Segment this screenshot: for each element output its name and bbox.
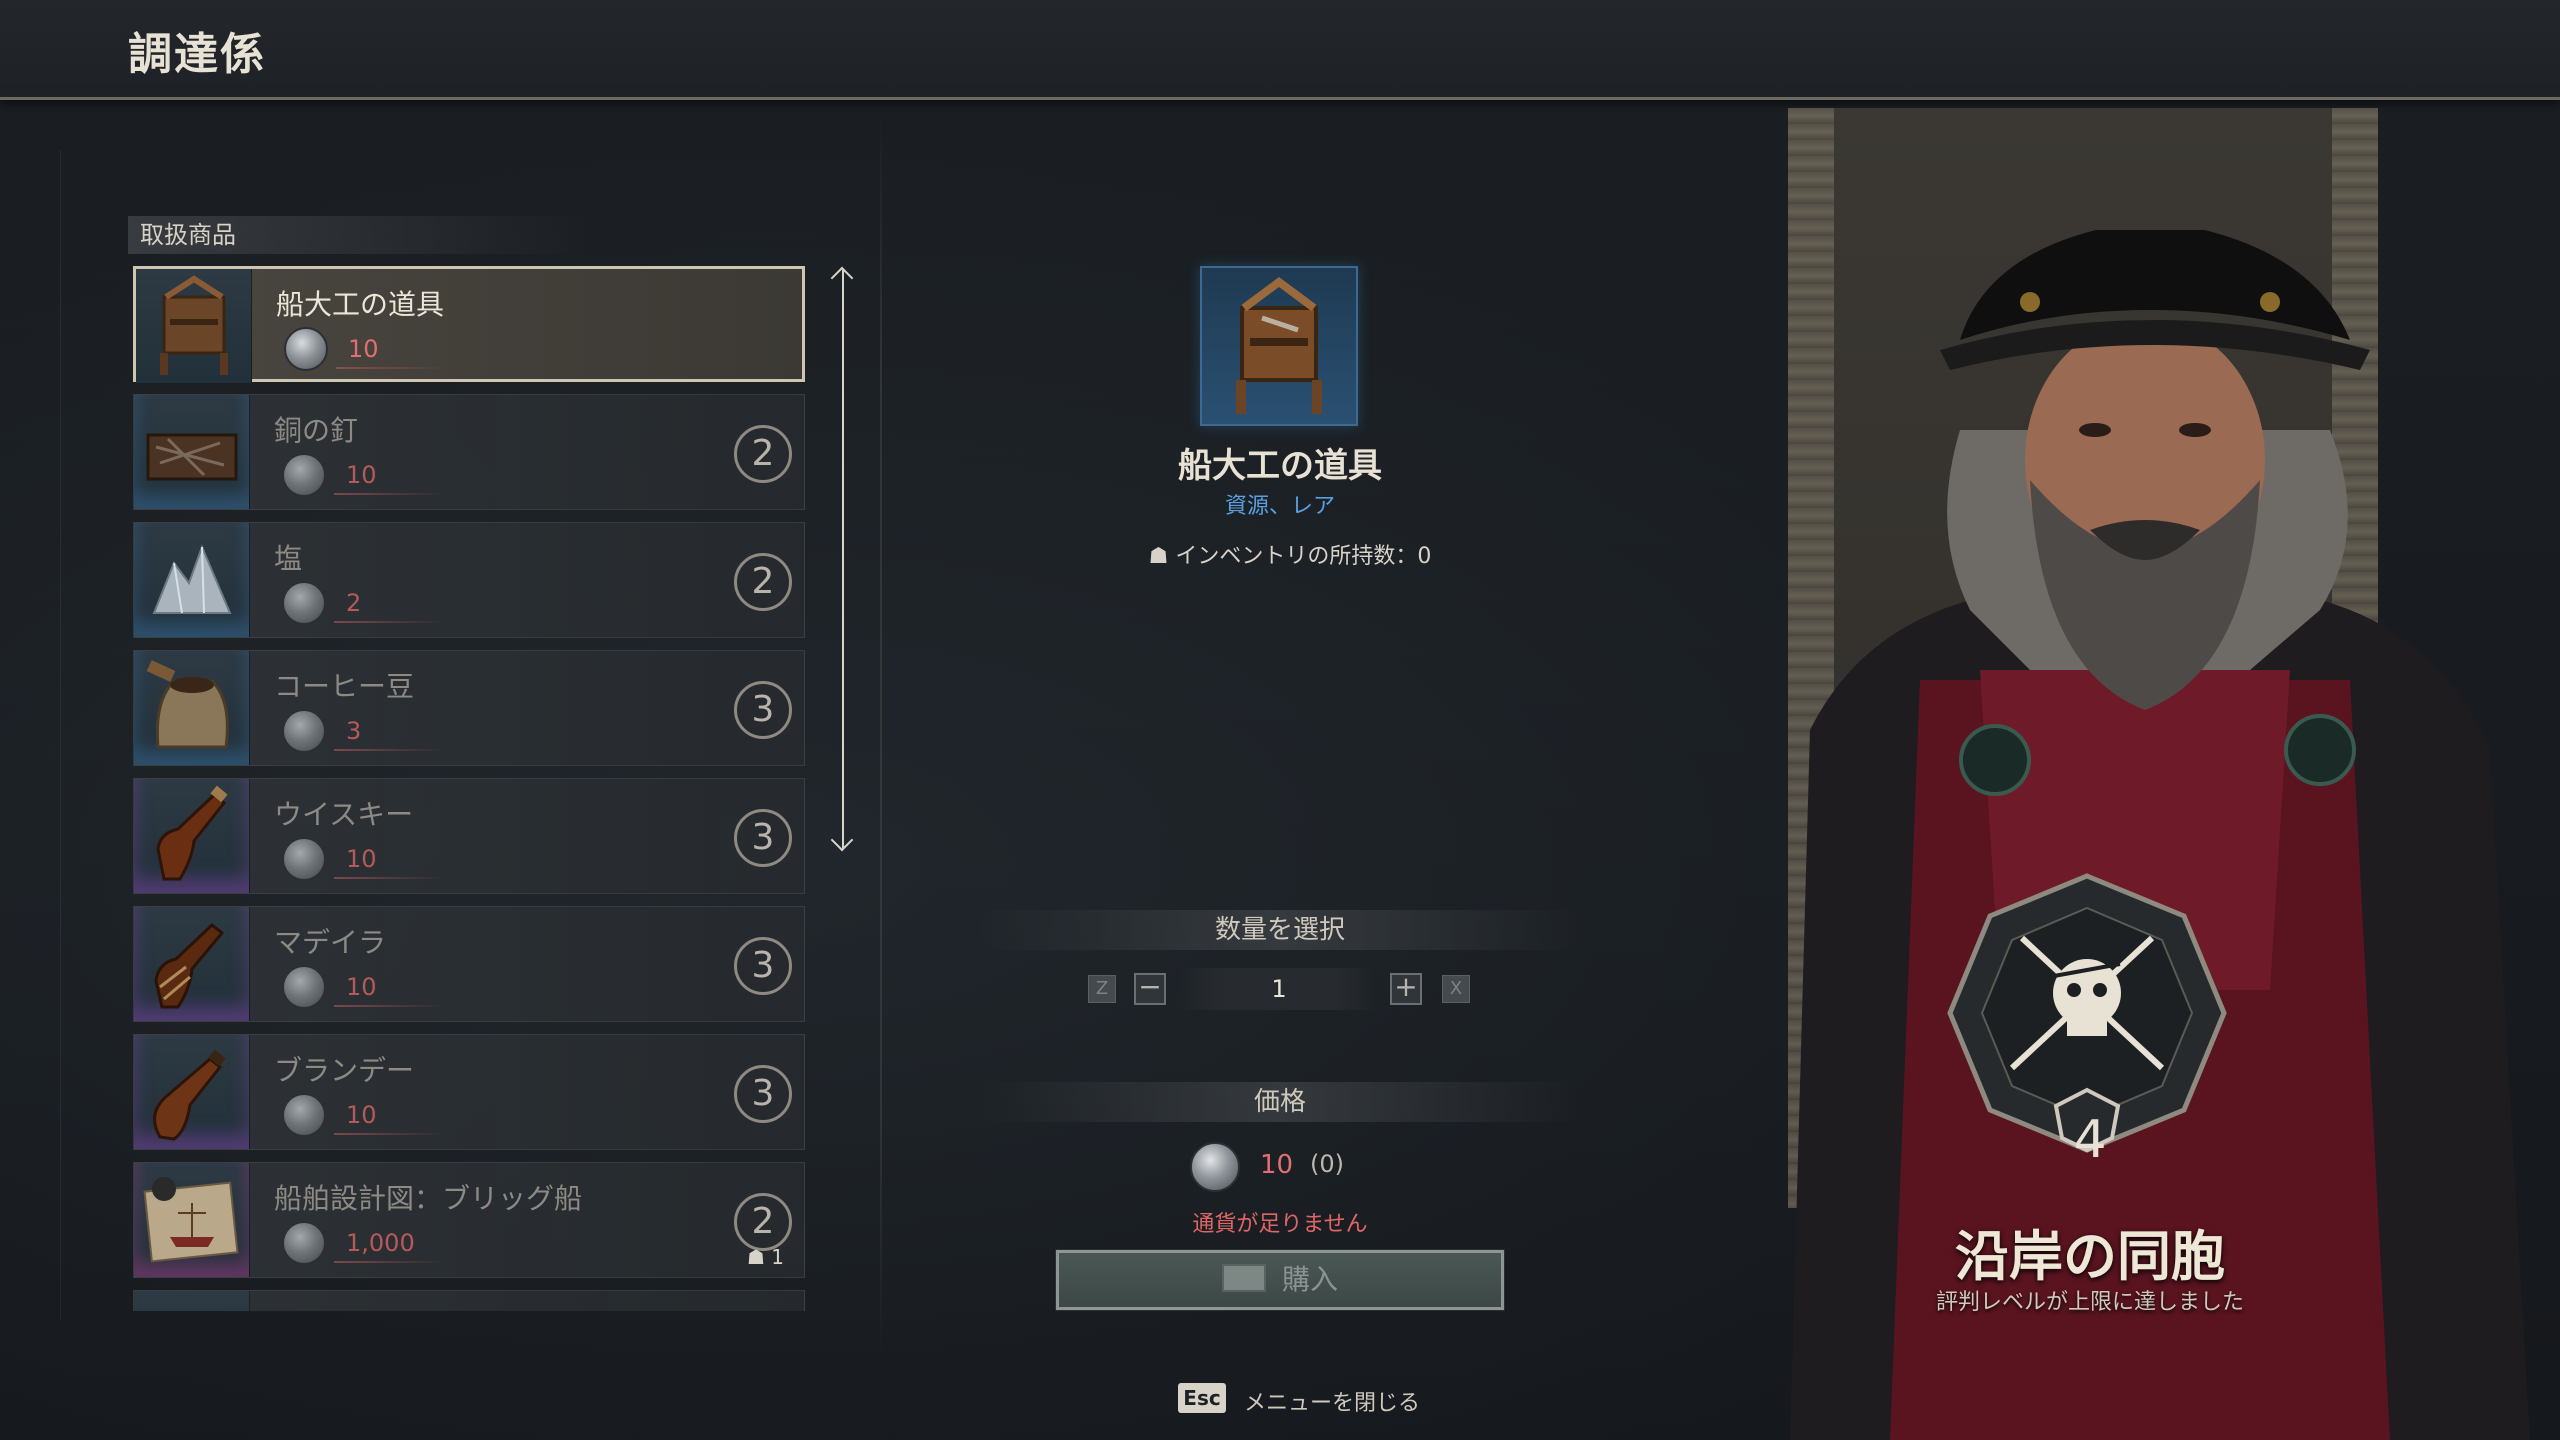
- quantity-header: 数量を選択: [980, 910, 1580, 950]
- item-price: 10: [346, 1101, 377, 1129]
- selected-item-type: 資源、レア: [1224, 494, 1335, 519]
- item-price: 10: [346, 461, 377, 489]
- coin-icon: [1190, 1142, 1240, 1192]
- coin-icon: [282, 453, 326, 497]
- increase-hotkey: X: [1442, 975, 1470, 1003]
- item-name: 船舶設計図：ブリッグ船: [274, 1182, 583, 1215]
- price-underline: [336, 367, 446, 369]
- nails-crate-icon: [134, 395, 250, 509]
- list-item[interactable]: 銅の釘 10 2: [133, 394, 805, 510]
- price-underline: [334, 749, 444, 751]
- item-price: 10: [346, 845, 377, 873]
- list-item[interactable]: ウイスキー 10 3: [133, 778, 805, 894]
- buy-button[interactable]: 購入: [1055, 1249, 1505, 1311]
- coin-icon: [282, 1093, 326, 1137]
- decrease-hotkey: Z: [1088, 975, 1116, 1003]
- increase-quantity-button[interactable]: +: [1390, 973, 1422, 1005]
- merchandise-section-label: 取扱商品: [128, 216, 588, 254]
- price-underline: [334, 1005, 444, 1007]
- inventory-count: ☗ インベントリの所持数：0: [1140, 538, 1440, 570]
- required-level-badge: 2: [734, 553, 792, 611]
- list-item[interactable]: コーヒー豆 3 3: [133, 650, 805, 766]
- price-underline: [334, 493, 444, 495]
- item-price: 3: [346, 717, 362, 745]
- brandy-bottle-icon: [134, 1035, 250, 1149]
- window-header: 調達係: [0, 0, 2560, 100]
- coin-icon: [282, 1221, 326, 1265]
- reputation-status: 評判レベルが上限に達しました: [1935, 1290, 2244, 1315]
- page-title: 調達係: [128, 29, 266, 80]
- owned-count: ☗ 1: [747, 1245, 784, 1269]
- salt-crystal-icon: [134, 523, 250, 637]
- list-item[interactable]: 塩 2 2: [133, 522, 805, 638]
- item-name: マデイラ: [274, 926, 387, 959]
- buy-button-label: 購入: [1281, 1263, 1338, 1296]
- total-price: 10: [1260, 1150, 1294, 1180]
- panel-divider: [880, 110, 882, 1360]
- list-item[interactable]: 船舶設計図：ブリッグ船 1,000 2 ☗ 1: [133, 1162, 805, 1278]
- blueprint-icon: [134, 1163, 250, 1277]
- item-thumbnail: [134, 1291, 250, 1311]
- reputation-level: 4: [2073, 1110, 2107, 1170]
- inventory-bag-icon: ☗: [746, 1245, 772, 1269]
- required-level-badge: 3: [734, 1065, 792, 1123]
- list-item[interactable]: ブランデー 10 3: [133, 1034, 805, 1150]
- whiskey-bottle-icon: [134, 779, 250, 893]
- insufficient-currency-warning: 通貨が足りません: [1192, 1212, 1368, 1237]
- scroll-arrow-icon: [842, 270, 844, 848]
- required-level-badge: 2: [734, 1193, 792, 1251]
- item-price: 1,000: [346, 1229, 415, 1257]
- decrease-quantity-button[interactable]: −: [1134, 973, 1166, 1005]
- item-price: 10: [348, 335, 379, 363]
- required-level-badge: 3: [734, 809, 792, 867]
- coin-icon: [282, 837, 326, 881]
- price-underline: [334, 1133, 444, 1135]
- item-name: 船大工の道具: [276, 288, 445, 321]
- required-level-badge: 3: [734, 681, 792, 739]
- price-underline: [334, 877, 444, 879]
- coin-icon: [282, 581, 326, 625]
- list-item[interactable]: 船大工の道具 10: [133, 266, 805, 383]
- list-item[interactable]: マデイラ 10 3: [133, 906, 805, 1022]
- item-price: 2: [346, 589, 362, 617]
- toolbox-icon: [136, 269, 252, 383]
- item-name: ウイスキー: [274, 798, 414, 831]
- coin-icon: [282, 709, 326, 753]
- price-underline: [334, 621, 444, 623]
- item-name: ブランデー: [274, 1054, 415, 1087]
- owned-count-value: 1: [771, 1245, 784, 1269]
- required-level-badge: 3: [734, 937, 792, 995]
- item-name: 銅の釘: [274, 414, 359, 447]
- selected-item-name: 船大工の道具: [1178, 446, 1382, 486]
- selected-item-toolbox-icon: [1200, 266, 1358, 426]
- required-level-badge: 2: [734, 425, 792, 483]
- list-item[interactable]: [133, 1290, 805, 1311]
- price-underline: [334, 1261, 444, 1263]
- coin-icon: [282, 965, 326, 1009]
- coffee-sack-icon: [134, 651, 250, 765]
- quantity-field[interactable]: 1: [1180, 968, 1378, 1010]
- price-header: 価格: [980, 1082, 1580, 1122]
- item-list[interactable]: 船大工の道具 10 銅の釘 10 2 塩 2 2 コーヒー豆 3 3 ウイスキー…: [133, 266, 805, 1311]
- inventory-bag-icon: ☗: [1148, 544, 1176, 569]
- madeira-bottle-icon: [134, 907, 250, 1021]
- faction-name: 沿岸の同胞: [1955, 1225, 2225, 1288]
- item-name: コーヒー豆: [274, 670, 415, 703]
- inventory-count-label: インベントリの所持数：0: [1175, 544, 1432, 569]
- esc-key-icon[interactable]: Esc: [1178, 1383, 1226, 1413]
- spacebar-key-icon: [1221, 1264, 1266, 1292]
- coin-icon: [284, 327, 328, 371]
- close-menu-label[interactable]: メニューを閉じる: [1244, 1385, 1420, 1417]
- item-price: 10: [346, 973, 377, 1001]
- owned-currency: (0): [1310, 1150, 1344, 1178]
- item-name: 塩: [274, 542, 303, 575]
